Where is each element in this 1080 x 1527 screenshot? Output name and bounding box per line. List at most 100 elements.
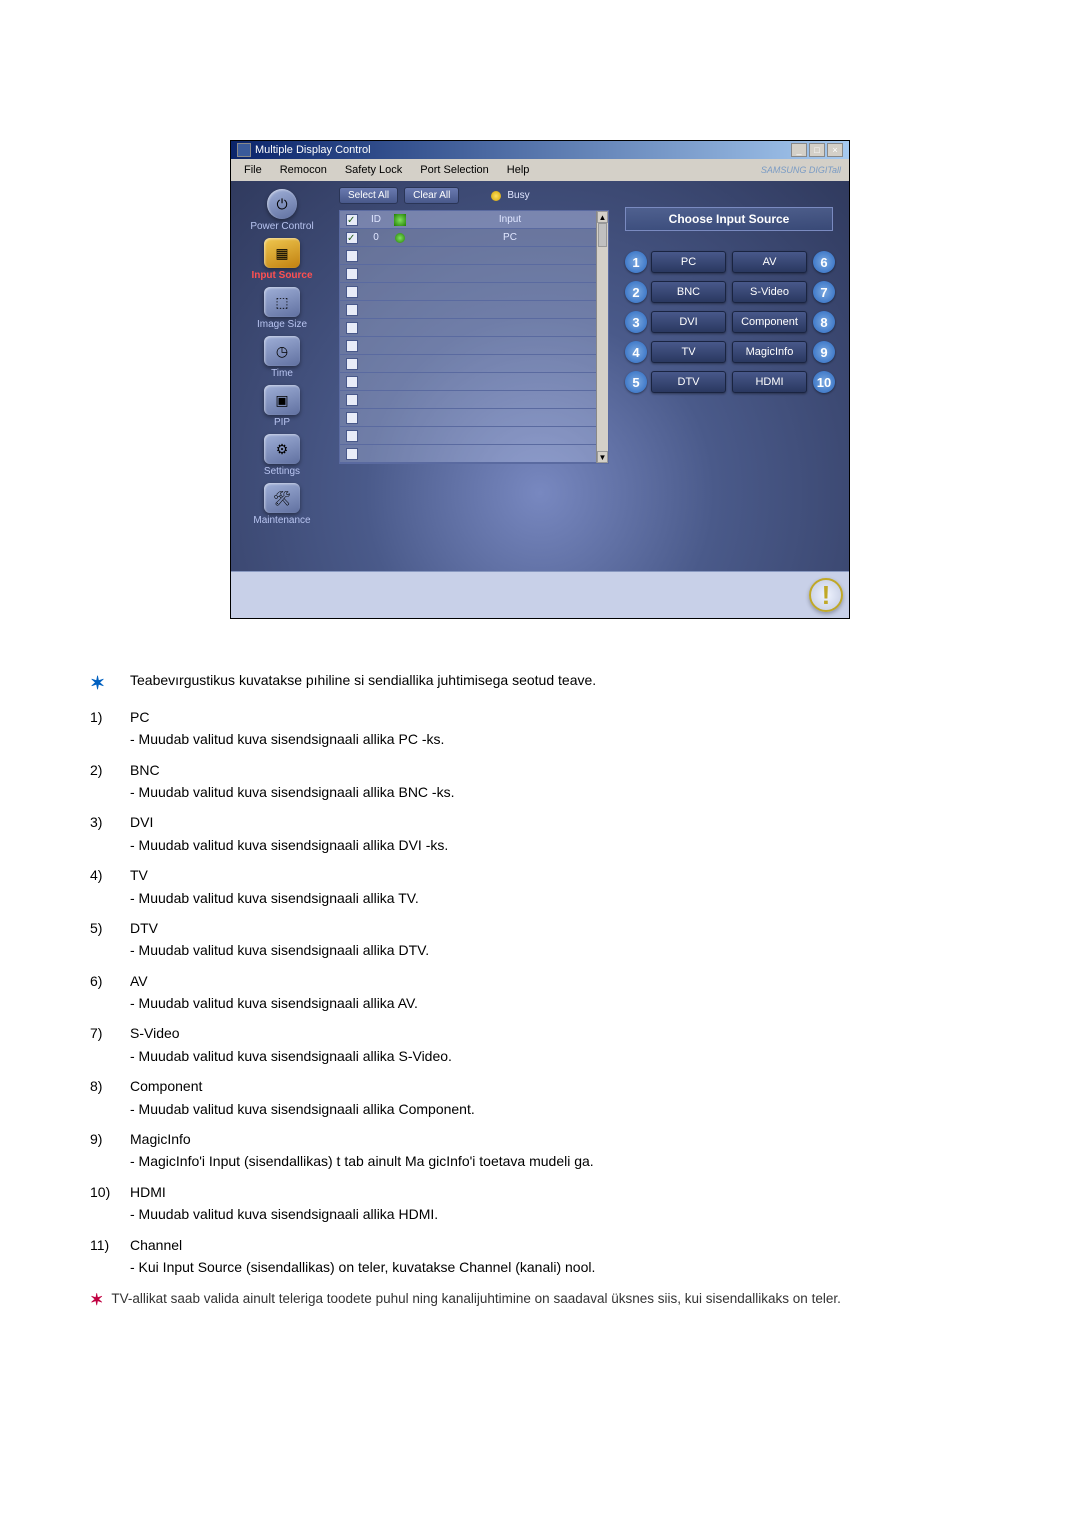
source-dvi-button[interactable]: DVI bbox=[651, 311, 726, 333]
maintenance-icon: 🛠 bbox=[264, 483, 300, 513]
table-row-empty bbox=[340, 355, 608, 373]
row-checkbox[interactable] bbox=[346, 394, 358, 406]
sidebar-item-power-control[interactable]: ⏻ Power Control bbox=[250, 189, 313, 232]
panel-header: Choose Input Source bbox=[625, 207, 833, 231]
sidebar-item-time[interactable]: ◷ Time bbox=[264, 336, 300, 379]
list-item-number: 5) bbox=[90, 917, 130, 962]
list-item: 2)BNC - Muudab valitud kuva sisendsignaa… bbox=[90, 759, 990, 804]
list-item-number: 4) bbox=[90, 864, 130, 909]
source-av-button[interactable]: AV bbox=[732, 251, 807, 273]
app-icon bbox=[237, 143, 251, 157]
row-checkbox[interactable] bbox=[346, 322, 358, 334]
sidebar-item-pip[interactable]: ▣ PIP bbox=[264, 385, 300, 428]
list-item-number: 2) bbox=[90, 759, 130, 804]
scroll-up-icon[interactable]: ▲ bbox=[597, 211, 608, 223]
busy-indicator-icon bbox=[491, 191, 501, 201]
source-bnc-button[interactable]: BNC bbox=[651, 281, 726, 303]
busy-label: Busy bbox=[507, 190, 529, 201]
row-checkbox[interactable] bbox=[346, 412, 358, 424]
row-checkbox[interactable] bbox=[346, 358, 358, 370]
col-header-id: ID bbox=[364, 214, 388, 225]
list-item: 6)AV - Muudab valitud kuva sisendsignaal… bbox=[90, 970, 990, 1015]
menu-port-selection[interactable]: Port Selection bbox=[411, 161, 497, 179]
list-item-number: 10) bbox=[90, 1181, 130, 1226]
row-checkbox[interactable] bbox=[346, 430, 358, 442]
callout-1: 1 bbox=[625, 251, 647, 273]
row-input: PC bbox=[412, 232, 608, 243]
list-item: 4)TV - Muudab valitud kuva sisendsignaal… bbox=[90, 864, 990, 909]
list-item-title: Component bbox=[130, 1078, 202, 1094]
list-item-title: DVI bbox=[130, 814, 153, 830]
row-checkbox[interactable] bbox=[346, 376, 358, 388]
callout-7: 7 bbox=[813, 281, 835, 303]
select-all-button[interactable]: Select All bbox=[339, 187, 398, 204]
scroll-thumb[interactable] bbox=[598, 223, 607, 247]
source-tv-button[interactable]: TV bbox=[651, 341, 726, 363]
row-checkbox[interactable] bbox=[346, 250, 358, 262]
scroll-down-icon[interactable]: ▼ bbox=[597, 451, 608, 463]
table-row-empty bbox=[340, 373, 608, 391]
sidebar-item-maintenance[interactable]: 🛠 Maintenance bbox=[253, 483, 310, 526]
maximize-button[interactable]: □ bbox=[809, 143, 825, 157]
list-item-number: 9) bbox=[90, 1128, 130, 1173]
row-checkbox[interactable] bbox=[346, 340, 358, 352]
row-checkbox[interactable] bbox=[346, 448, 358, 460]
row-checkbox[interactable] bbox=[346, 304, 358, 316]
source-component-button[interactable]: Component bbox=[732, 311, 807, 333]
intro-text: Teabevırgustikus kuvatakse pıhiline si s… bbox=[130, 669, 596, 698]
settings-icon: ⚙ bbox=[264, 434, 300, 464]
list-item-title: Channel bbox=[130, 1237, 182, 1253]
menu-help[interactable]: Help bbox=[498, 161, 539, 179]
vertical-scrollbar[interactable]: ▲ ▼ bbox=[596, 211, 608, 463]
list-item-desc: - MagicInfo'i Input (sisendallikas) t ta… bbox=[130, 1150, 990, 1172]
row-checkbox[interactable] bbox=[346, 232, 358, 244]
list-item-title: PC bbox=[130, 709, 149, 725]
list-item-title: HDMI bbox=[130, 1184, 166, 1200]
close-button[interactable]: × bbox=[827, 143, 843, 157]
table-row-empty bbox=[340, 283, 608, 301]
col-header-status-icon bbox=[394, 214, 406, 226]
minimize-button[interactable]: _ bbox=[791, 143, 807, 157]
callout-5: 5 bbox=[625, 371, 647, 393]
source-magicinfo-button[interactable]: MagicInfo bbox=[732, 341, 807, 363]
table-row-empty bbox=[340, 319, 608, 337]
sidebar-item-image-size[interactable]: ⬚ Image Size bbox=[257, 287, 307, 330]
table-row-empty bbox=[340, 445, 608, 463]
source-pc-button[interactable]: PC bbox=[651, 251, 726, 273]
header-checkbox[interactable] bbox=[346, 214, 358, 226]
list-item-number: 8) bbox=[90, 1075, 130, 1120]
brand-logo: SAMSUNG DIGITall bbox=[761, 165, 841, 175]
menu-remocon[interactable]: Remocon bbox=[271, 161, 336, 179]
table-row[interactable]: 0 PC bbox=[340, 229, 608, 247]
row-checkbox[interactable] bbox=[346, 286, 358, 298]
source-dtv-button[interactable]: DTV bbox=[651, 371, 726, 393]
list-item-title: DTV bbox=[130, 920, 158, 936]
list-item-desc: - Muudab valitud kuva sisendsignaali all… bbox=[130, 992, 990, 1014]
clear-all-button[interactable]: Clear All bbox=[404, 187, 459, 204]
app-window: Multiple Display Control _ □ × File Remo… bbox=[230, 140, 850, 619]
list-item-number: 11) bbox=[90, 1234, 130, 1279]
star-icon: ✶ bbox=[90, 1288, 103, 1314]
list-item: 9)MagicInfo - MagicInfo'i Input (sisenda… bbox=[90, 1128, 990, 1173]
source-svideo-button[interactable]: S-Video bbox=[732, 281, 807, 303]
sidebar-item-input-source[interactable]: ▦ Input Source bbox=[251, 238, 312, 281]
list-item-desc: - Muudab valitud kuva sisendsignaali all… bbox=[130, 939, 990, 961]
list-item-desc: - Muudab valitud kuva sisendsignaali all… bbox=[130, 728, 990, 750]
power-icon: ⏻ bbox=[267, 189, 297, 219]
menu-file[interactable]: File bbox=[235, 161, 271, 179]
list-item-desc: - Muudab valitud kuva sisendsignaali all… bbox=[130, 1045, 990, 1067]
list-item-desc: - Muudab valitud kuva sisendsignaali all… bbox=[130, 834, 990, 856]
table-row-empty bbox=[340, 427, 608, 445]
sidebar-item-settings[interactable]: ⚙ Settings bbox=[264, 434, 300, 477]
source-hdmi-button[interactable]: HDMI bbox=[732, 371, 807, 393]
menu-safety-lock[interactable]: Safety Lock bbox=[336, 161, 411, 179]
sidebar: ⏻ Power Control ▦ Input Source ⬚ Image S… bbox=[231, 181, 333, 571]
list-item: 8)Component - Muudab valitud kuva sisend… bbox=[90, 1075, 990, 1120]
list-item-desc: - Muudab valitud kuva sisendsignaali all… bbox=[130, 1098, 990, 1120]
list-item: 11)Channel - Kui Input Source (sisendall… bbox=[90, 1234, 990, 1279]
list-item-title: MagicInfo bbox=[130, 1131, 191, 1147]
info-icon[interactable]: ! bbox=[809, 578, 843, 612]
list-item-desc: - Muudab valitud kuva sisendsignaali all… bbox=[130, 887, 990, 909]
list-item: 3)DVI - Muudab valitud kuva sisendsignaa… bbox=[90, 811, 990, 856]
row-checkbox[interactable] bbox=[346, 268, 358, 280]
